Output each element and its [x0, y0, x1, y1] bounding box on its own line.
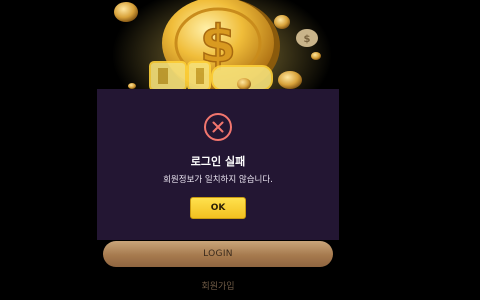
signup-link[interactable]: 회원가입 [0, 279, 436, 292]
small-coin-top-left [114, 2, 138, 22]
small-coin-top-right [274, 15, 290, 29]
glowing-logo-letters [149, 61, 273, 91]
login-button[interactable]: LOGIN [103, 241, 333, 267]
ok-button-label: OK [210, 203, 226, 213]
error-x-icon [204, 113, 232, 141]
svg-text:$: $ [304, 34, 311, 45]
ok-button[interactable]: OK [190, 197, 246, 219]
small-coin-lower-right [278, 71, 302, 89]
small-coin-right: $ [296, 29, 318, 47]
login-button-label: LOGIN [203, 249, 233, 259]
login-failed-dialog: 로그인 실패 회원정보가 일치하지 않습니다. OK [97, 89, 339, 240]
dialog-title: 로그인 실패 [190, 155, 246, 168]
small-coin-far-right [311, 52, 321, 60]
dialog-message: 회원정보가 일치하지 않습니다. [163, 175, 273, 185]
signup-link-label: 회원가입 [201, 282, 235, 292]
